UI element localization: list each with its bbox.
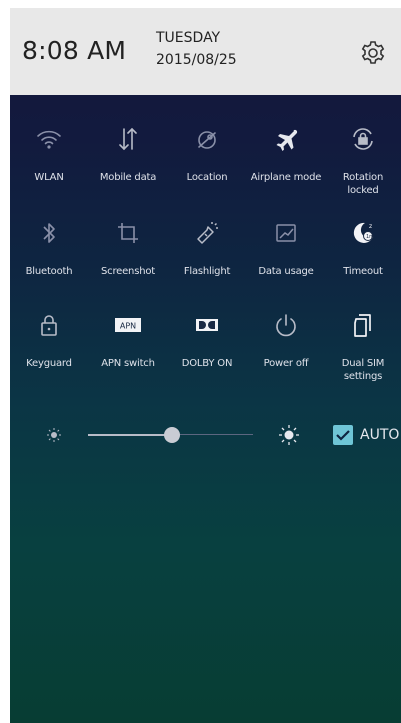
tile-apn-switch[interactable]: APN APN switch: [89, 311, 167, 370]
data-usage-icon: [276, 224, 296, 242]
tile-label: Data usage: [258, 266, 314, 277]
gear-icon[interactable]: [359, 39, 387, 67]
tile-label: Dual SIM settings: [341, 358, 385, 382]
notification-shade: 8:08 AM TUESDAY 2015/08/25 WLAN Mobile d…: [10, 8, 401, 723]
tile-flashlight[interactable]: Flashlight: [168, 219, 246, 278]
location-icon: [198, 131, 216, 149]
tile-label: Rotation locked: [342, 172, 384, 196]
brightness-row: AUTO: [10, 420, 401, 450]
status-header: 8:08 AM TUESDAY 2015/08/25: [10, 8, 401, 95]
timeout-icon: 1m z: [353, 222, 374, 243]
check-icon: [336, 430, 350, 441]
date[interactable]: 2015/08/25: [156, 52, 237, 68]
tile-bluetooth[interactable]: Bluetooth: [10, 219, 88, 278]
mobile-data-icon: [119, 127, 137, 151]
svg-text:1m: 1m: [366, 234, 374, 240]
tile-label: APN switch: [101, 358, 155, 369]
power-icon: [276, 314, 296, 337]
tile-label: Location: [186, 172, 228, 183]
tile-label: Keyguard: [26, 358, 72, 369]
tile-label: Airplane mode: [250, 172, 322, 183]
tile-label: Flashlight: [183, 266, 231, 277]
svg-text:z: z: [369, 223, 372, 230]
tile-label: Timeout: [343, 266, 383, 277]
bluetooth-icon: [43, 223, 55, 243]
apn-icon-text: APN: [120, 322, 136, 331]
tile-timeout[interactable]: 1m z Timeout: [324, 219, 401, 278]
auto-brightness-label[interactable]: AUTO: [360, 427, 399, 443]
wifi-icon: [37, 130, 61, 149]
tile-airplane[interactable]: Airplane mode: [247, 125, 325, 184]
airplane-icon: [276, 129, 298, 151]
brightness-fill: [88, 434, 173, 436]
brightness-low-icon: [47, 428, 61, 442]
tile-label: Power off: [263, 358, 309, 369]
weekday: TUESDAY: [156, 30, 221, 46]
tile-screenshot[interactable]: Screenshot: [89, 219, 167, 278]
screenshot-icon: [118, 223, 138, 243]
flashlight-icon: [197, 222, 218, 244]
tile-wlan[interactable]: WLAN: [10, 125, 88, 184]
lock-icon: [41, 315, 57, 336]
tile-dual-sim[interactable]: Dual SIM settings: [324, 311, 401, 383]
tile-rotation[interactable]: Rotation locked: [324, 125, 401, 197]
apn-icon: APN: [115, 318, 141, 332]
tile-dolby[interactable]: DOLBY ON: [168, 311, 246, 370]
rotation-lock-icon: [353, 128, 373, 150]
clock-time[interactable]: 8:08 AM: [22, 36, 126, 65]
tile-label: DOLBY ON: [181, 358, 233, 369]
tile-data-usage[interactable]: Data usage: [247, 219, 325, 278]
tile-location[interactable]: Location: [168, 125, 246, 184]
tile-label: Bluetooth: [25, 266, 73, 277]
dolby-icon: [196, 319, 218, 331]
tile-mobile-data[interactable]: Mobile data: [89, 125, 167, 184]
tile-label: Mobile data: [99, 172, 157, 183]
tile-label: Screenshot: [101, 266, 155, 277]
auto-brightness-checkbox[interactable]: [333, 425, 353, 445]
dual-sim-icon: [354, 314, 371, 337]
brightness-high-icon: [279, 425, 299, 445]
brightness-slider-thumb[interactable]: [164, 427, 181, 443]
tile-keyguard[interactable]: Keyguard: [10, 311, 88, 370]
tile-power-off[interactable]: Power off: [247, 311, 325, 370]
tile-label: WLAN: [34, 172, 64, 183]
